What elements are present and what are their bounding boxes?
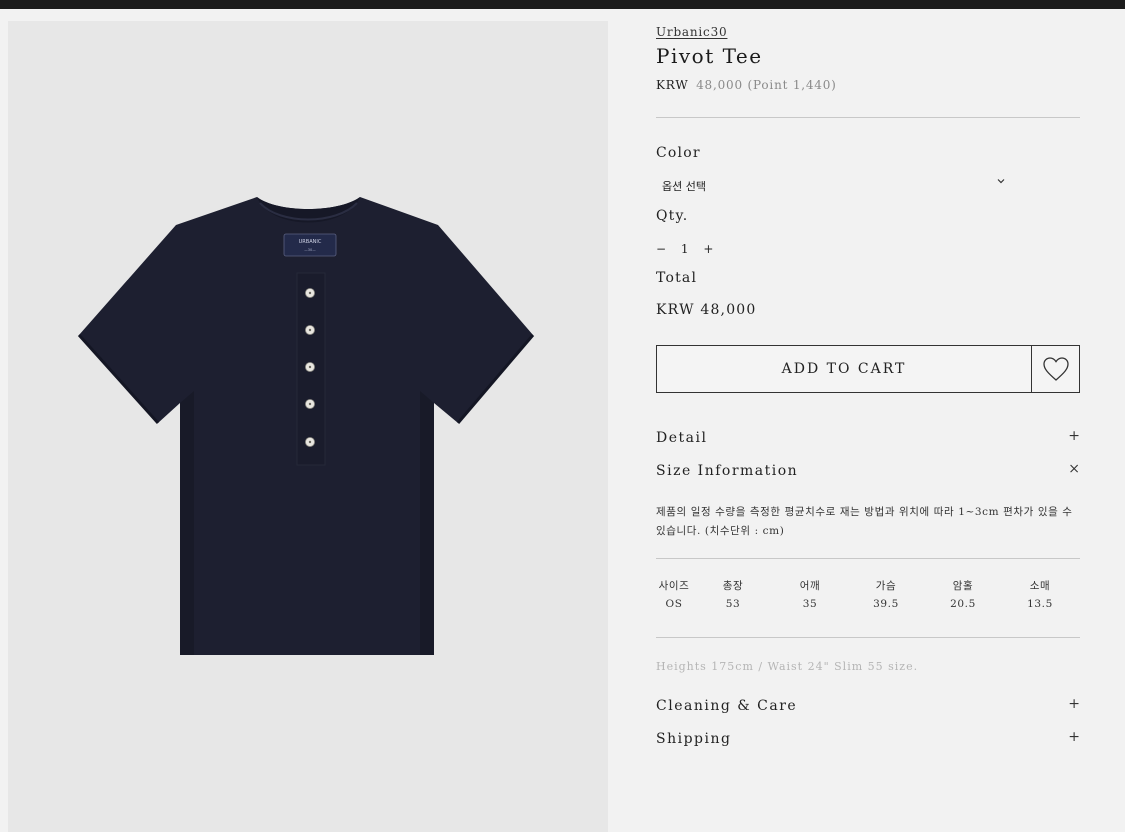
size-header: 소매 <box>1029 580 1051 592</box>
color-select-value: 옵션 선택 <box>662 180 706 193</box>
top-bar <box>0 0 1125 9</box>
svg-text:URBANIC: URBANIC <box>299 239 322 245</box>
collapse-icon[interactable]: × <box>1068 461 1080 477</box>
color-label: Color <box>656 145 701 161</box>
divider <box>656 558 1080 559</box>
product-image-panel: URBANIC —30— <box>8 21 608 832</box>
size-header: 어깨 <box>799 580 821 592</box>
qty-label: Qty. <box>656 208 689 224</box>
expand-icon[interactable]: + <box>1068 428 1080 444</box>
accordion-size-information[interactable]: Size Information <box>656 463 798 479</box>
size-cell: 13.5 <box>1027 598 1053 610</box>
size-header: 암홀 <box>952 580 974 592</box>
add-to-cart-button[interactable]: ADD TO CART <box>656 345 1032 393</box>
color-select[interactable]: 옵션 선택 <box>662 178 1005 194</box>
svg-text:—30—: —30— <box>304 248 316 252</box>
qty-value[interactable]: 1 <box>681 242 691 256</box>
shirt-button-hole <box>308 365 312 369</box>
total-label: Total <box>656 270 698 286</box>
size-table-header: 사이즈 총장 어깨 가슴 암홀 소매 <box>656 578 1080 598</box>
fit-note: Heights 175cm / Waist 24" Slim 55 size. <box>656 660 919 673</box>
accordion-detail[interactable]: Detail <box>656 430 707 446</box>
accordion-shipping[interactable]: Shipping <box>656 731 731 747</box>
qty-minus-button[interactable]: − <box>656 242 668 256</box>
shirt-button-hole <box>308 402 312 406</box>
price-amount: 48,000 <box>696 78 743 92</box>
size-header: 총장 <box>722 580 744 592</box>
shirt-button-hole <box>308 291 312 295</box>
shirt-button-hole <box>308 440 312 444</box>
product-image: URBANIC —30— <box>77 197 535 655</box>
qty-plus-button[interactable]: + <box>703 242 715 256</box>
expand-icon[interactable]: + <box>1068 696 1080 712</box>
size-cell: 35 <box>802 598 818 610</box>
shirt-button-hole <box>308 328 312 332</box>
brand-link[interactable]: Urbanic30 <box>656 25 727 39</box>
divider <box>656 637 1080 638</box>
divider <box>656 117 1080 118</box>
accordion-cleaning-care[interactable]: Cleaning & Care <box>656 698 797 714</box>
product-title: Pivot Tee <box>656 44 763 68</box>
total-value: KRW 48,000 <box>656 302 757 318</box>
price-point: (Point 1,440) <box>747 78 837 92</box>
size-header: 사이즈 <box>658 580 690 592</box>
expand-icon[interactable]: + <box>1068 729 1080 745</box>
size-header: 가슴 <box>875 580 897 592</box>
size-cell: 20.5 <box>950 598 976 610</box>
price-currency: KRW <box>656 78 689 92</box>
heart-icon <box>1042 357 1069 381</box>
size-cell: 53 <box>725 598 741 610</box>
size-table: 사이즈 총장 어깨 가슴 암홀 소매 OS 53 35 39.5 20.5 13… <box>656 578 1080 618</box>
size-cell: OS <box>665 598 683 610</box>
size-note: 제품의 일정 수량을 측정한 평균치수로 재는 방법과 위치에 따라 1~3cm… <box>656 506 1073 537</box>
wishlist-button[interactable] <box>1031 345 1080 393</box>
chevron-down-icon <box>996 176 1006 189</box>
size-cell: 39.5 <box>873 598 899 610</box>
quantity-stepper: − 1 + <box>656 242 722 256</box>
price-line: KRW 48,000 (Point 1,440) <box>656 78 837 92</box>
table-row: OS 53 35 39.5 20.5 13.5 <box>656 598 1080 618</box>
